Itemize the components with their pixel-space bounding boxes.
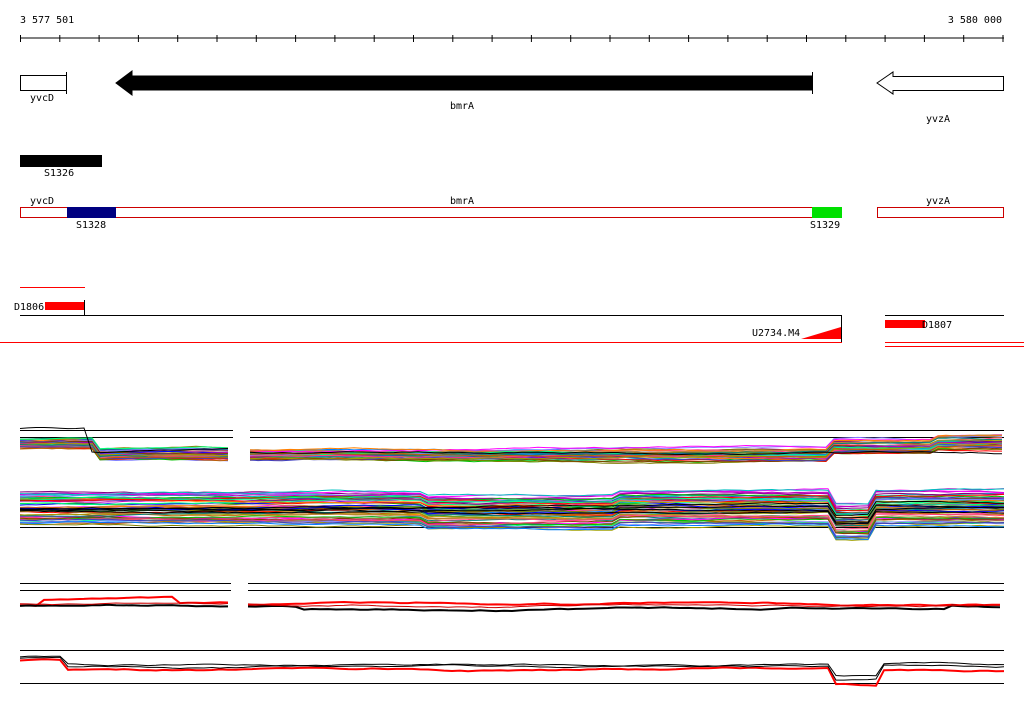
segment-S1326-label: S1326 — [44, 168, 74, 179]
gene-yvcD-shape — [20, 75, 67, 91]
marker-track: D1806 U2734.M4 D1807 — [0, 287, 1024, 347]
transcript-track: yvcD bmrA yvzA S1328 S1329 — [20, 196, 1004, 231]
transcript-label-bmrA: bmrA — [450, 196, 474, 207]
coordinate-ruler: 3 577 501 3 580 000 — [20, 15, 1004, 42]
gene-yvcD-label: yvcD — [30, 93, 54, 104]
transcript-region-yvzA[interactable] — [877, 207, 1004, 218]
marker-D1807-label: D1807 — [922, 320, 952, 331]
ruler-start-label: 3 577 501 — [20, 15, 74, 26]
genome-browser: 3 577 501 3 580 000 yvcD bmrA yvzA S1326… — [0, 15, 1024, 687]
expression-panels — [19, 427, 1005, 687]
gene-bmrA-label: bmrA — [450, 101, 474, 112]
gene-yvzA-label: yvzA — [926, 114, 950, 125]
marker-U2734[interactable] — [801, 327, 841, 339]
feature-S1328[interactable] — [67, 207, 116, 218]
marker-U2734-label: U2734.M4 — [752, 328, 800, 339]
gene-yvzA[interactable]: yvzA — [876, 71, 1004, 125]
expression-panel-b — [19, 488, 1005, 541]
panel-d-profile-black — [19, 656, 1005, 681]
feature-S1328-label: S1328 — [76, 220, 106, 231]
transcript-label-yvzA: yvzA — [926, 196, 950, 207]
segment-track: S1326 — [20, 155, 102, 179]
marker-D1807[interactable] — [885, 320, 925, 328]
gene-bmrA[interactable]: bmrA — [115, 70, 813, 112]
gene-yvzA-shape — [876, 71, 1004, 95]
panel-c-profile-red-thin — [19, 602, 229, 606]
segment-S1326[interactable] — [20, 155, 102, 167]
gene-bmrA-shape — [115, 70, 813, 96]
ruler-end-label: 3 580 000 — [948, 15, 1002, 26]
feature-S1329-label: S1329 — [810, 220, 840, 231]
panel-d-profile-red — [19, 658, 1005, 687]
feature-S1329[interactable] — [812, 207, 842, 218]
gene-yvcD[interactable]: yvcD — [20, 72, 67, 104]
gene-track: yvcD bmrA yvzA — [20, 70, 1004, 125]
marker-D1806[interactable] — [45, 302, 85, 310]
expression-panel-a — [19, 427, 1004, 464]
expression-panel-d — [19, 650, 1005, 687]
transcript-label-yvcD: yvcD — [30, 196, 54, 207]
marker-D1806-label: D1806 — [14, 302, 44, 313]
expression-panel-c — [19, 583, 1004, 613]
transcript-region-main[interactable] — [20, 207, 842, 218]
